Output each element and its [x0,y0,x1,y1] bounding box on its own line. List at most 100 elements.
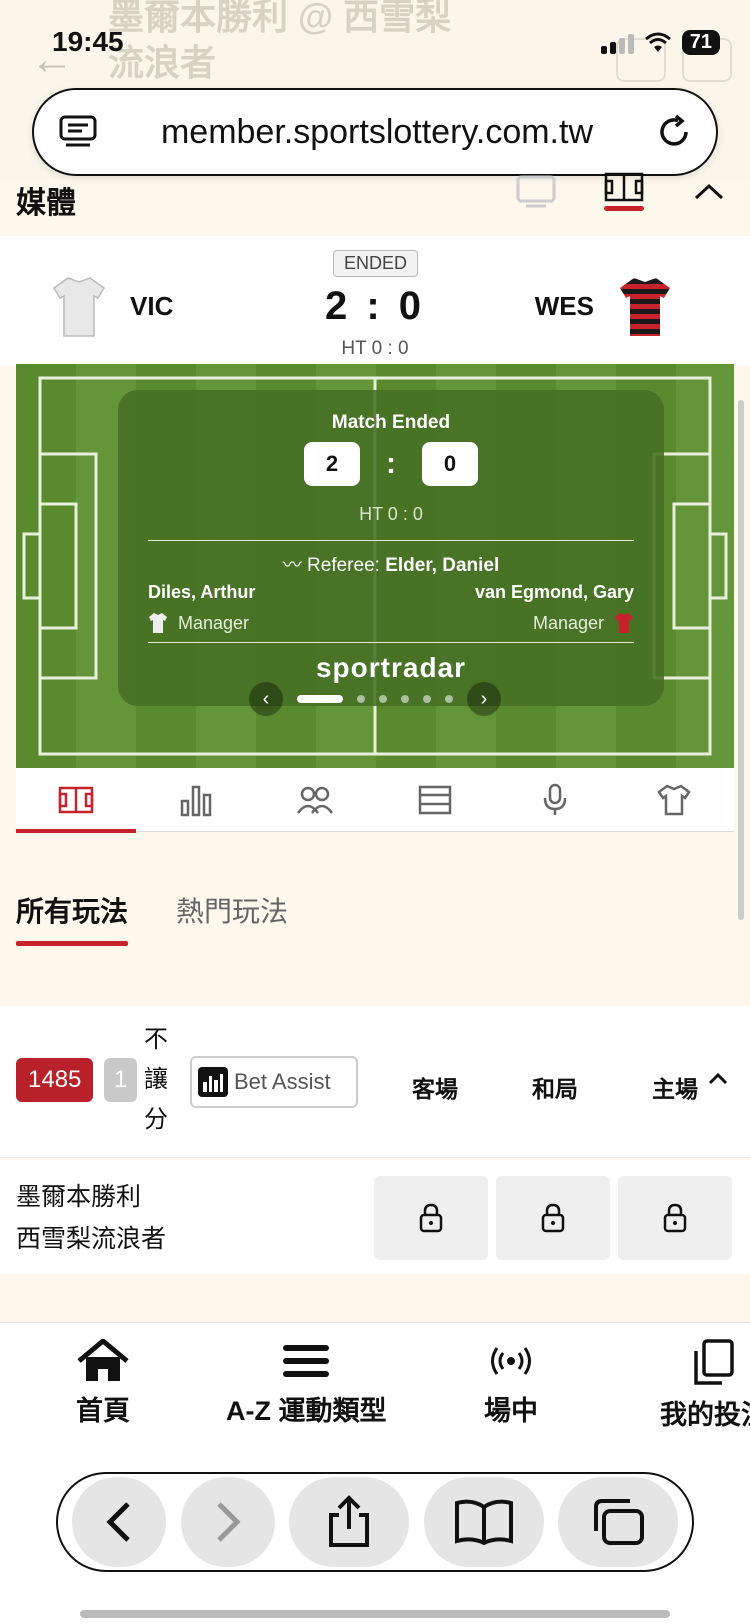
tab-lineups[interactable] [255,768,375,831]
pitch-view-tab[interactable] [604,172,644,211]
carousel-dot[interactable] [401,695,409,703]
pitch-icon [604,172,644,202]
chevron-up-icon[interactable] [692,180,726,204]
home-indicator [80,1610,670,1618]
home-manager-role: Manager [148,612,249,634]
odds-draw-cell[interactable] [496,1176,610,1260]
microphone-icon [543,783,566,815]
nav-live-label: 場中 [484,1396,538,1426]
copy-icon [694,1339,734,1385]
carousel-dot[interactable] [357,695,365,703]
address-bar[interactable]: member.sportslottery.com.tw [32,88,718,176]
bookmarks-button[interactable] [423,1477,544,1567]
odds-home-cell[interactable] [618,1176,732,1260]
active-indicator [604,206,644,211]
pitch-icon [58,786,94,813]
tab-kits[interactable] [614,768,734,831]
whistle-icon: 〰 [282,555,302,576]
book-icon [454,1499,513,1545]
away-manager-role: Manager [533,612,634,634]
referee-info: 〰 Referee: Elder, Daniel [118,550,664,577]
media-section-header: 媒體 [0,168,750,232]
nav-home-label: 首頁 [76,1396,130,1426]
browser-toolbar [0,1432,750,1624]
carousel-dot[interactable] [445,695,453,703]
away-jersey-icon [620,278,670,336]
tab-commentary[interactable] [495,768,615,831]
column-away: 客場 [412,1076,458,1102]
nav-home[interactable]: 首頁 [76,1339,130,1428]
tracker-carousel: ‹ › [16,682,734,716]
row-home-team: 墨爾本勝利 [16,1183,142,1211]
lock-icon [663,1203,687,1233]
tab-pitch[interactable] [16,768,136,833]
tab-table[interactable] [375,768,495,831]
home-manager-name: Diles, Arthur [148,582,256,602]
tracker-score: 2 : 0 [118,442,664,486]
signal-icon [600,32,634,54]
lock-icon [419,1203,443,1233]
url-text: member.sportslottery.com.tw [160,112,594,151]
browser-forward-button[interactable] [180,1477,275,1567]
carousel-next-button[interactable]: › [467,682,501,716]
scrollbar[interactable] [738,400,744,920]
nav-my-bets[interactable]: 我的投注 [660,1339,750,1432]
match-summary-card: Match Ended 2 : 0 HT 0 : 0 〰 Referee: El… [118,390,664,706]
battery-indicator: 71 [681,30,720,55]
away-score-box: 0 [422,442,478,486]
bet-assist-button[interactable]: Bet Assist [190,1056,358,1108]
market-count-badge: 1485 [16,1058,94,1102]
carousel-prev-button[interactable]: ‹ [249,682,283,716]
bet-type-tabs: 所有玩法 熱門玩法 [16,890,288,946]
players-icon [297,786,334,814]
wifi-icon [644,32,671,52]
match-status-badge: ENDED [333,250,419,277]
divider [148,642,634,643]
carousel-dot[interactable] [297,695,343,703]
manager-label: Manager [178,612,250,633]
live-icon [491,1347,531,1375]
home-score-box: 2 [304,442,360,486]
status-indicators: 71 [600,30,720,55]
bet-assist-label: Bet Assist [234,1069,331,1094]
market-row: 墨爾本勝利 西雪梨流浪者 [0,1160,750,1274]
page-settings-icon[interactable] [58,114,98,150]
nav-sports[interactable]: A-Z 運動類型 [226,1339,386,1428]
odds-away-cell[interactable] [374,1176,488,1260]
away-team: WES [535,274,672,338]
tracker-halftime: HT 0 : 0 [359,504,423,524]
carousel-dot[interactable] [423,695,431,703]
carousel-dot[interactable] [379,695,387,703]
share-icon [329,1495,369,1547]
tv-icon[interactable] [516,175,556,209]
tracker-title: Match Ended [331,412,451,433]
reload-icon[interactable] [656,114,692,150]
sportradar-logo: sportradar [315,652,467,683]
chevron-right-icon [216,1502,241,1542]
menu-icon [283,1345,330,1377]
tabs-button[interactable] [558,1477,678,1567]
match-teams: 墨爾本勝利 西雪梨流浪者 [16,1176,166,1260]
away-team-code: WES [534,290,594,321]
score-separator: : [386,447,396,480]
column-draw: 和局 [532,1076,578,1102]
shirt-icon [657,784,691,815]
tab-all-markets[interactable]: 所有玩法 [16,890,129,946]
tab-popular-markets[interactable]: 熱門玩法 [176,890,288,940]
page-title: 墨爾本勝利 @ 西雪梨 流浪者 [108,0,452,83]
nav-my-bets-label: 我的投注 [660,1400,750,1430]
lock-icon [541,1203,565,1233]
tab-stats[interactable] [136,768,256,831]
market-header: 1485 1 不讓分 Bet Assist 客場 和局 主場 [0,1006,750,1158]
home-icon [77,1339,129,1381]
manager-label: Manager [532,612,604,633]
bar-chart-icon [180,785,211,816]
scoreboard: ENDED VIC 2 : 0 HT 0 : 0 WES [0,236,750,366]
media-label: 媒體 [16,187,76,220]
nav-live[interactable]: 場中 [484,1339,538,1428]
row-away-team: 西雪梨流浪者 [16,1225,167,1253]
share-button[interactable] [289,1477,409,1567]
browser-back-button[interactable] [72,1477,166,1567]
bottom-navigation: 首頁 A-Z 運動類型 場中 我的投注 [0,1322,750,1432]
chevron-up-icon[interactable] [706,1070,730,1088]
